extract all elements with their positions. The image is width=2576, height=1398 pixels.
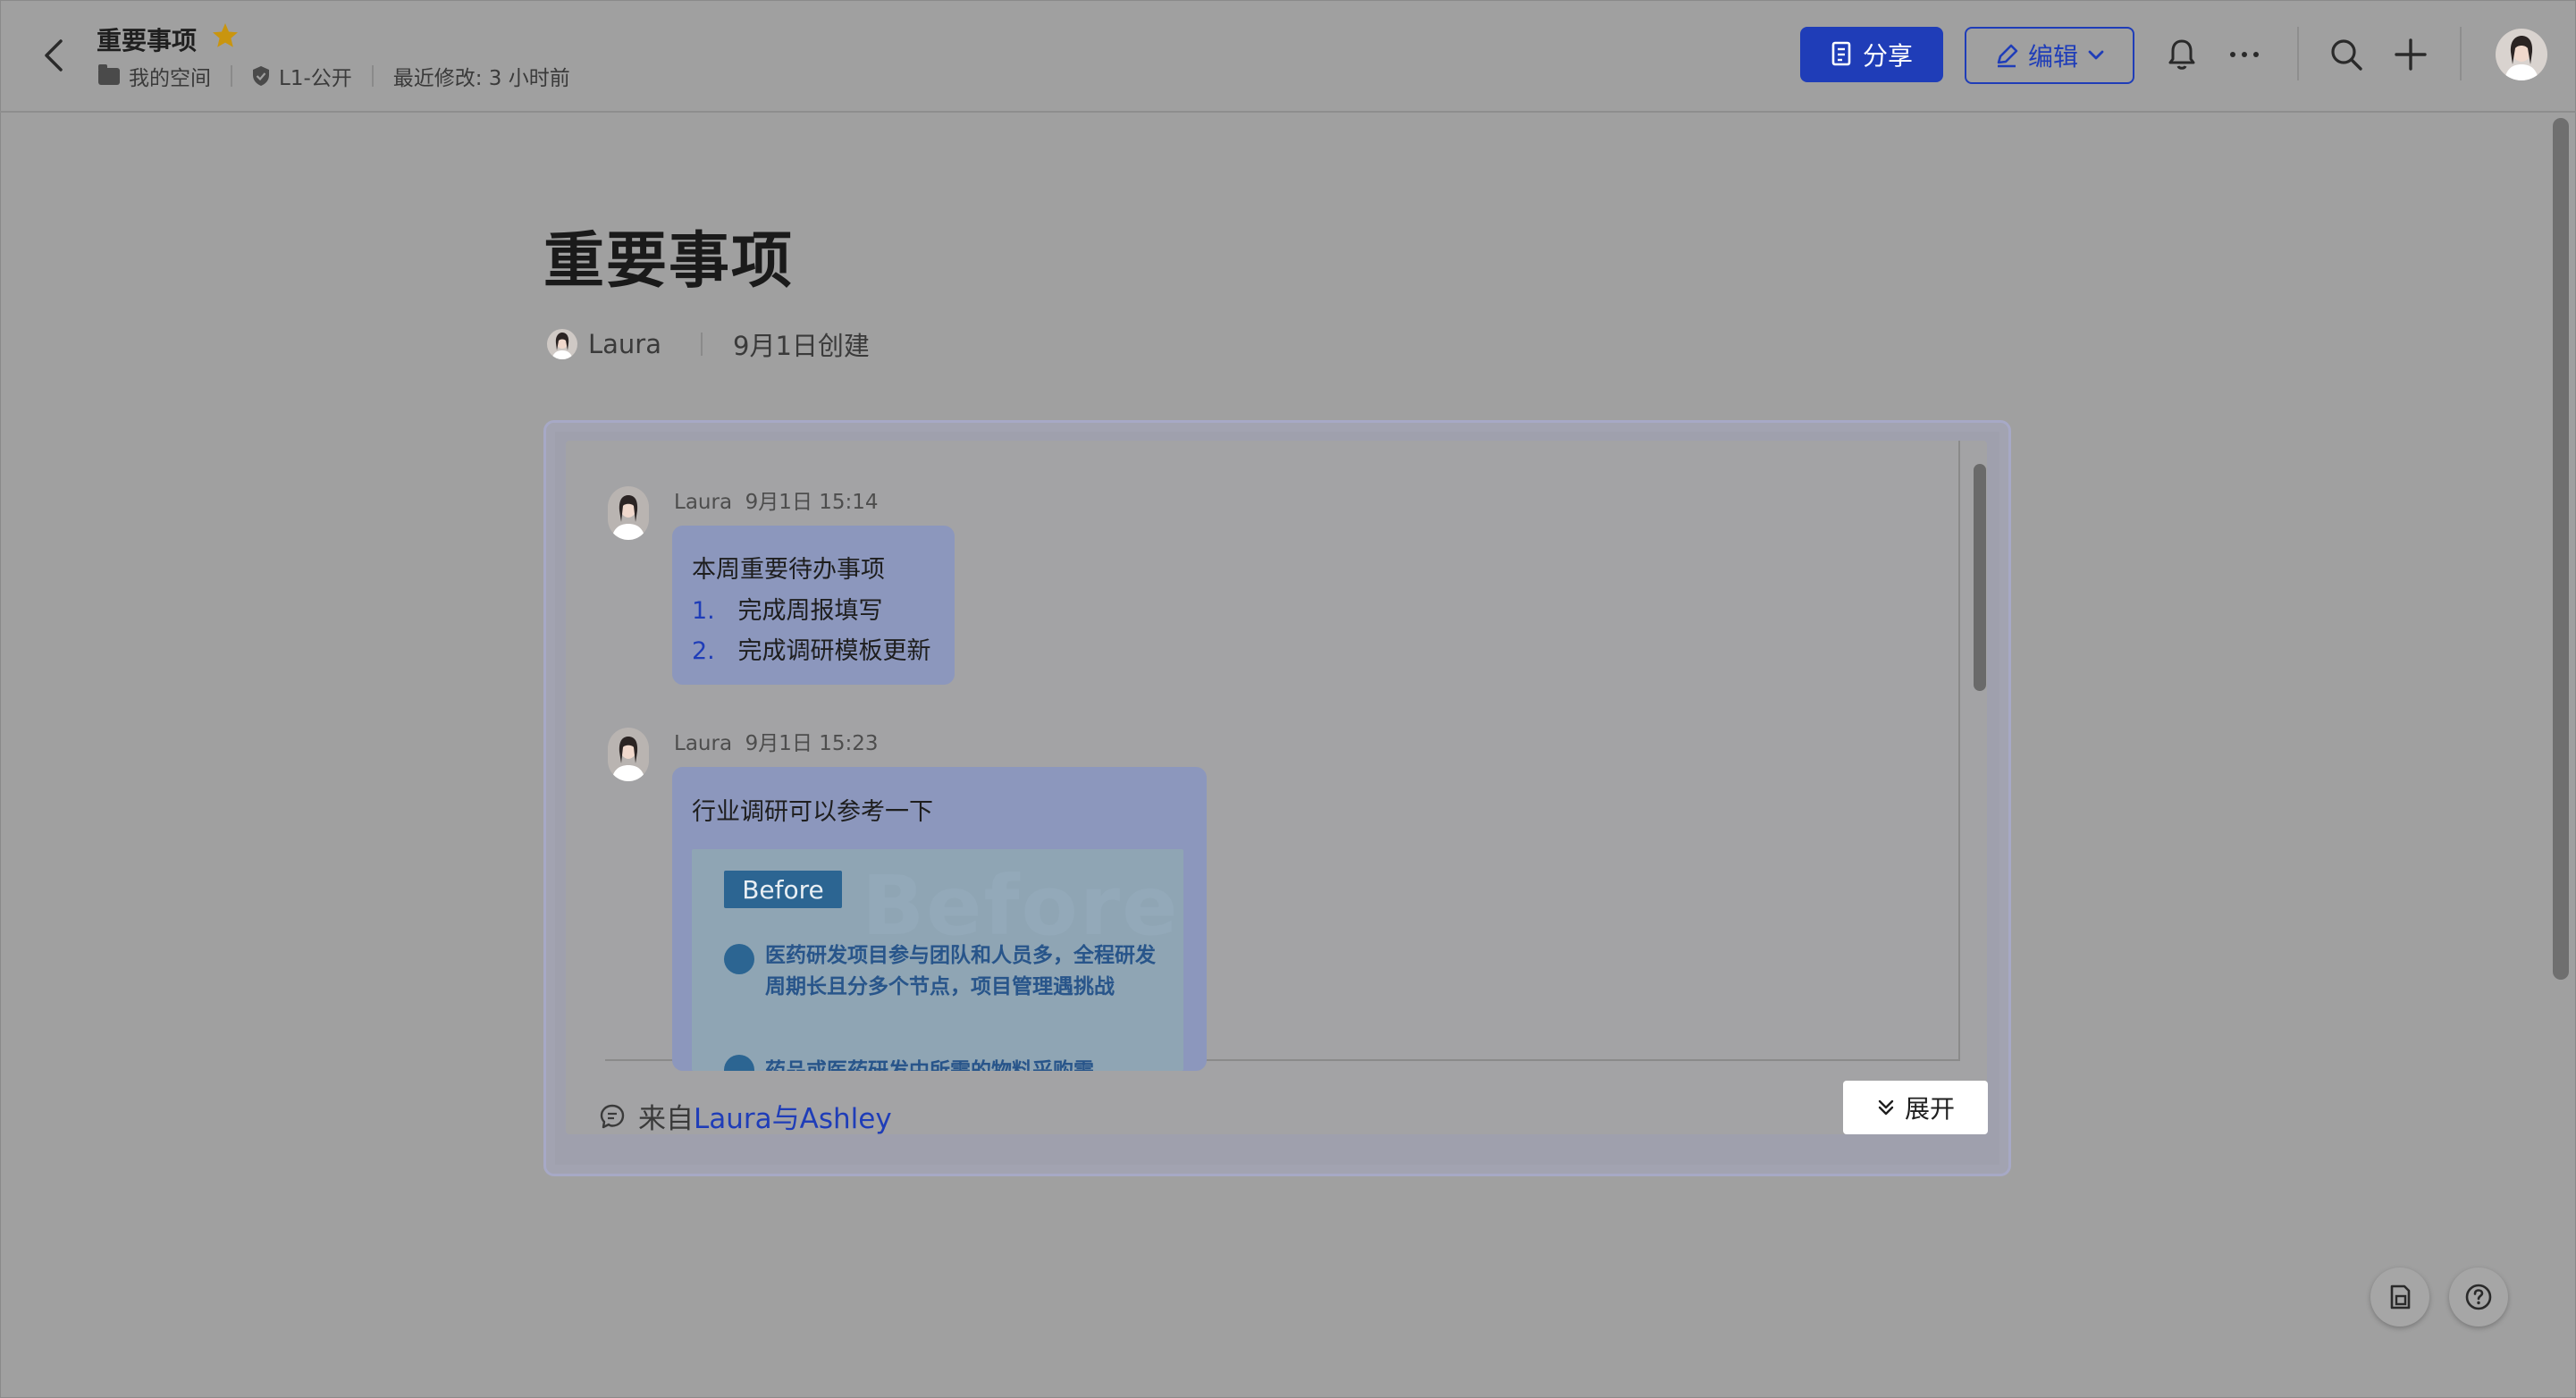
more-icon[interactable] bbox=[2226, 36, 2263, 73]
avatar[interactable] bbox=[608, 728, 649, 781]
help-icon bbox=[2465, 1284, 2492, 1310]
comment-icon bbox=[600, 1104, 625, 1128]
expand-icon bbox=[1878, 1099, 1894, 1116]
avatar[interactable] bbox=[547, 329, 577, 359]
divider bbox=[701, 333, 703, 356]
doc-title: 重要事项 bbox=[97, 26, 198, 55]
list-number: 2. bbox=[692, 637, 715, 665]
shield-icon bbox=[253, 66, 269, 86]
divider bbox=[2297, 27, 2299, 80]
doc-check-button[interactable] bbox=[2370, 1267, 2429, 1326]
card-scrollbar[interactable] bbox=[1974, 464, 1986, 691]
message-sender: Laura bbox=[674, 732, 733, 755]
comment-icon bbox=[724, 1055, 754, 1071]
message-time: 9月1日 15:23 bbox=[745, 732, 879, 755]
divider bbox=[371, 65, 374, 87]
message-header: Laura 9月1日 15:14 bbox=[674, 484, 879, 515]
last-modified: 最近修改: 3 小时前 bbox=[392, 67, 570, 90]
page-scrollbar[interactable] bbox=[2553, 118, 2569, 980]
list-item: 2. 完成调研模板更新 bbox=[692, 631, 931, 666]
attachment-text: 医药研发项目参与团队和人员多，全程研发周期长且分多个节点，项目管理遇挑战 bbox=[765, 944, 1156, 998]
edit-button[interactable]: 编辑 bbox=[1965, 27, 2134, 84]
author-name[interactable]: Laura bbox=[588, 329, 661, 359]
doc-check-icon bbox=[2390, 1284, 2411, 1310]
message-header: Laura 9月1日 15:23 bbox=[674, 726, 879, 756]
message-text: 行业调研可以参考一下 bbox=[692, 798, 933, 826]
attachment-watermark: Before bbox=[862, 858, 1180, 954]
permission-label[interactable]: L1-公开 bbox=[279, 61, 352, 91]
document-icon bbox=[1831, 41, 1851, 66]
created-date: 9月1日创建 bbox=[733, 331, 870, 361]
pen-icon bbox=[1997, 44, 2018, 68]
back-icon[interactable] bbox=[39, 38, 70, 73]
divider bbox=[231, 65, 232, 87]
avatar[interactable] bbox=[608, 486, 649, 540]
divider bbox=[2460, 27, 2462, 80]
expand-button[interactable]: 展开 bbox=[1843, 1081, 1988, 1134]
message-sender: Laura bbox=[674, 491, 733, 514]
star-icon[interactable] bbox=[211, 21, 240, 50]
image-attachment[interactable]: Before Before 医药研发项目参与团队和人员多，全程研发周期长且分多个… bbox=[692, 849, 1183, 1071]
chevron-down-icon bbox=[2088, 50, 2104, 60]
chat-source: 来自 Laura与Ashley bbox=[599, 1096, 892, 1136]
top-bar: 重要事项 我的空间 L1-公开 最近修改: 3 小时前 分享 编辑 bbox=[0, 0, 2576, 113]
source-link[interactable]: Laura与Ashley bbox=[694, 1096, 892, 1136]
page-title: 重要事项 bbox=[543, 226, 795, 297]
share-button[interactable]: 分享 bbox=[1800, 27, 1943, 82]
author-row: Laura 9月1日创建 bbox=[547, 325, 870, 363]
list-text: 完成调研模板更新 bbox=[737, 637, 931, 665]
comment-icon bbox=[724, 944, 754, 974]
share-label: 分享 bbox=[1862, 41, 1913, 71]
attachment-text: 药品或医药研发中所需的物料采购需 bbox=[765, 1059, 1094, 1071]
expand-label: 展开 bbox=[1904, 1094, 1955, 1124]
list-number: 1. bbox=[692, 597, 715, 625]
attachment-tag: Before bbox=[724, 871, 842, 908]
help-button[interactable] bbox=[2449, 1267, 2508, 1326]
message-time: 9月1日 15:14 bbox=[745, 491, 879, 514]
folder-icon bbox=[98, 63, 120, 85]
search-icon[interactable] bbox=[2328, 36, 2365, 73]
source-prefix: 来自 bbox=[638, 1103, 694, 1135]
list-text: 完成周报填写 bbox=[737, 597, 883, 625]
doc-meta-row: 我的空间 L1-公开 最近修改: 3 小时前 bbox=[98, 61, 570, 91]
message-text: 本周重要待办事项 bbox=[692, 556, 885, 584]
plus-icon[interactable] bbox=[2392, 36, 2429, 73]
avatar[interactable] bbox=[2496, 29, 2547, 80]
edit-label: 编辑 bbox=[2027, 42, 2078, 72]
location-label[interactable]: 我的空间 bbox=[129, 61, 211, 91]
divider bbox=[1958, 441, 1960, 1061]
bell-icon[interactable] bbox=[2163, 36, 2201, 73]
list-item: 1. 完成周报填写 bbox=[692, 591, 883, 626]
